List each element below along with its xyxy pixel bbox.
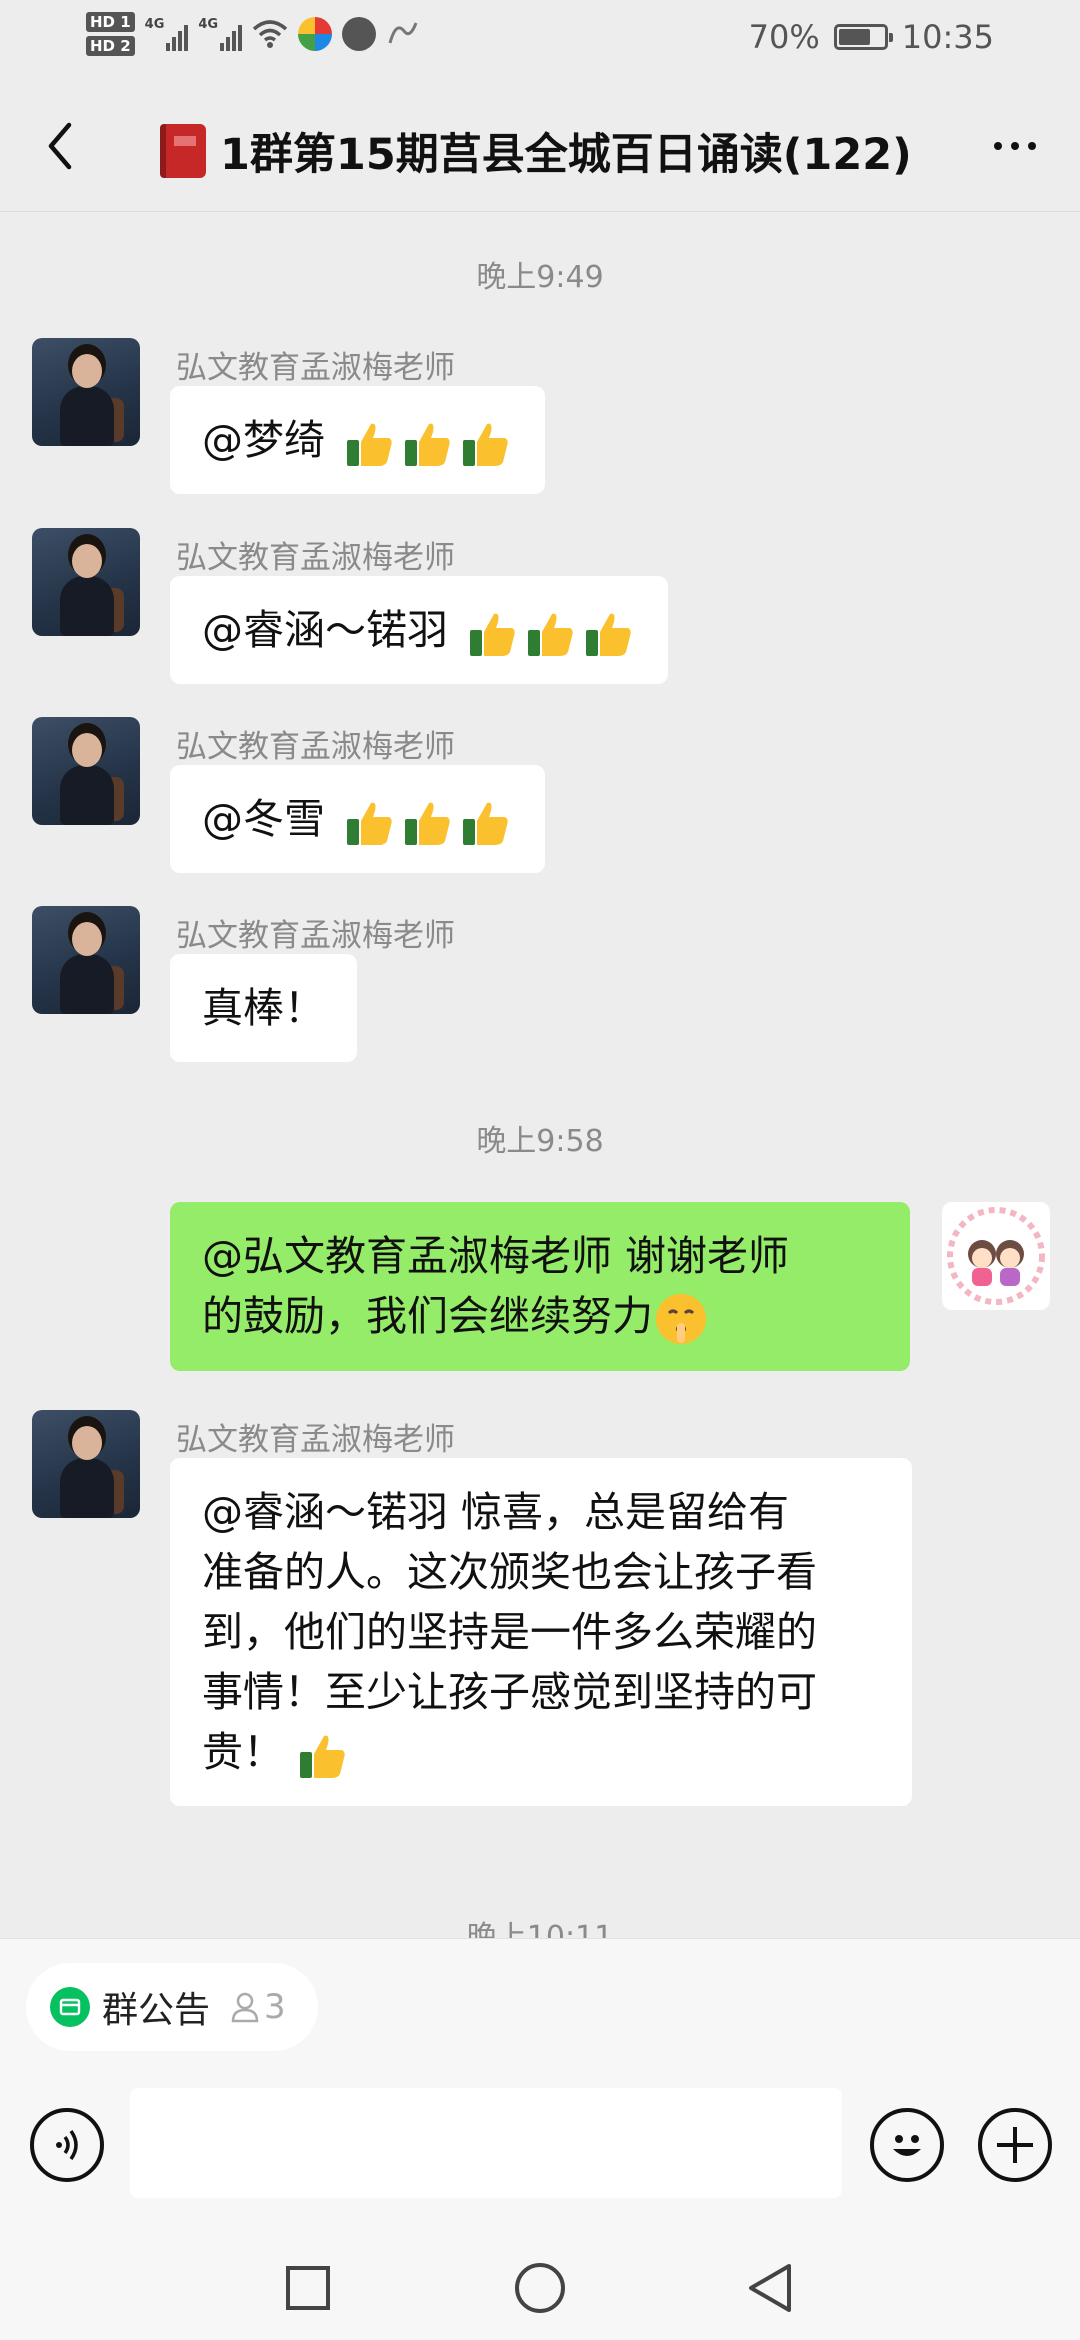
voice-button[interactable]: [30, 2108, 104, 2182]
person-icon: [231, 1992, 259, 2023]
message-text: @冬雪: [202, 795, 325, 843]
more-dot: [1028, 142, 1036, 150]
signal-icon: 4G: [145, 17, 189, 51]
my-avatar[interactable]: [942, 1202, 1050, 1310]
cartoon-kids-avatar-icon: [947, 1207, 1045, 1305]
more-dot: [1011, 142, 1019, 150]
thumbs-up-icon: [463, 423, 508, 466]
thumbs-up-icon: [586, 613, 631, 656]
avatar[interactable]: [32, 338, 140, 446]
smiley-icon: [893, 2135, 921, 2156]
message-text: 真棒！: [202, 984, 325, 1032]
thumbs-up-group: [343, 416, 513, 470]
thumbs-up-icon: [528, 613, 573, 656]
message-text-line-last: 贵！: [202, 1722, 880, 1782]
message-input[interactable]: [130, 2088, 842, 2198]
more-dot: [994, 142, 1002, 150]
thumbs-up-icon: [347, 802, 392, 845]
sender-name: 弘文教育孟淑梅老师: [176, 729, 455, 765]
hd1-label: HD 1: [86, 12, 135, 32]
wifi-icon: [252, 20, 288, 48]
battery-fill: [838, 29, 870, 45]
battery-icon: [833, 24, 893, 50]
message-text: @梦绮: [202, 416, 325, 464]
emoji-button[interactable]: [870, 2108, 944, 2182]
notice-count: 3: [230, 1987, 286, 2027]
timestamp: 晚上9:58: [476, 1124, 604, 1159]
sender-name: 弘文教育孟淑梅老师: [176, 540, 455, 576]
red-book-emoji-icon: [160, 124, 206, 178]
status-right: 70% 10:35: [749, 18, 994, 56]
plus-icon: [997, 2127, 1033, 2163]
message-text-line: 到，他们的坚持是一件多么荣耀的: [202, 1608, 817, 1656]
circle-icon: [515, 2263, 565, 2313]
message-text: @睿涵～锘羽: [202, 606, 448, 654]
sender-name: 弘文教育孟淑梅老师: [176, 1422, 455, 1458]
clock: 10:35: [901, 18, 994, 56]
thumbs-up-icon: [405, 423, 450, 466]
group-notice-chip[interactable]: 群公告 3: [26, 1963, 318, 2051]
thumbs-up-icon: [463, 802, 508, 845]
chat-header: 1群第15期莒县全城百日诵读(122): [0, 80, 1080, 212]
triangle-back-icon: [749, 2264, 791, 2312]
back-nav-button[interactable]: [740, 2258, 800, 2318]
group-name: 1群第15期莒县全城百日诵读(122): [220, 130, 912, 180]
message-text: 贵！: [202, 1728, 284, 1776]
back-button[interactable]: [30, 116, 90, 176]
chat-title: 1群第15期莒县全城百日诵读(122): [160, 120, 912, 182]
avatar[interactable]: [32, 717, 140, 825]
system-nav-bar: [0, 2238, 1080, 2340]
add-button[interactable]: [978, 2108, 1052, 2182]
thumbs-up-icon: [300, 1735, 345, 1778]
message-text-line-2: 的鼓励，我们会继续努力: [202, 1286, 878, 1347]
recents-button[interactable]: [278, 2258, 338, 2318]
hd2-label: HD 2: [86, 36, 135, 56]
network-type-1: 4G: [144, 17, 165, 32]
app-logo-notification-icon: [388, 22, 418, 44]
thumbs-up-group: [343, 795, 513, 849]
status-left: HD 1 HD 2 4G 4G: [86, 12, 420, 56]
message-bubble[interactable]: @冬雪: [170, 765, 545, 873]
sender-name: 弘文教育孟淑梅老师: [176, 918, 455, 954]
aperture-notification-icon: [342, 17, 377, 51]
sender-name: 弘文教育孟淑梅老师: [176, 350, 455, 386]
notice-bar: 群公告 3: [0, 1938, 1080, 2058]
announcement-icon: [50, 1987, 90, 2027]
status-bar: HD 1 HD 2 4G 4G 70% 10:35: [0, 0, 1080, 80]
sent-message-bubble[interactable]: @弘文教育孟淑梅老师 谢谢老师 的鼓励，我们会继续努力: [170, 1202, 910, 1371]
message-text-line: 事情！至少让孩子感觉到坚持的可: [202, 1668, 817, 1716]
message-bubble[interactable]: 真棒！: [170, 954, 357, 1062]
more-button[interactable]: [980, 116, 1050, 176]
notice-label: 群公告: [102, 1990, 211, 2031]
hd-indicator: HD 1 HD 2: [86, 12, 135, 56]
avatar[interactable]: [32, 1410, 140, 1518]
timestamp: 晚上9:49: [476, 260, 604, 295]
avatar[interactable]: [32, 528, 140, 636]
battery-percent: 70%: [748, 18, 820, 56]
thumbs-up-icon: [470, 613, 515, 656]
network-type-2: 4G: [198, 17, 219, 32]
message-bubble[interactable]: @睿涵～锘羽: [170, 576, 668, 684]
square-icon: [286, 2266, 330, 2310]
thumbs-up-group: [466, 606, 636, 660]
avatar[interactable]: [32, 906, 140, 1014]
message-text-line: 准备的人。这次颁奖也会让孩子看: [202, 1548, 817, 1596]
thumbs-up-icon: [347, 423, 392, 466]
app-notification-icon: [298, 17, 333, 51]
home-button[interactable]: [510, 2258, 570, 2318]
shushing-face-emoji-icon: [656, 1294, 706, 1344]
message-text-line: @睿涵～锘羽 惊喜，总是留给有: [202, 1488, 790, 1536]
message-text-line: @弘文教育孟淑梅老师 谢谢老师: [202, 1232, 790, 1280]
chevron-left-icon: [48, 122, 72, 170]
message-bubble[interactable]: @睿涵～锘羽 惊喜，总是留给有 准备的人。这次颁奖也会让孩子看 到，他们的坚持是…: [170, 1458, 912, 1806]
signal-icon-2: 4G: [198, 17, 243, 51]
notice-count-value: 3: [264, 1987, 286, 2027]
message-text: 的鼓励，我们会继续努力: [202, 1292, 653, 1340]
input-bar: [0, 2058, 1080, 2238]
message-bubble[interactable]: @梦绮: [170, 386, 545, 494]
thumbs-up-icon: [405, 802, 450, 845]
voice-icon: [56, 2129, 78, 2161]
